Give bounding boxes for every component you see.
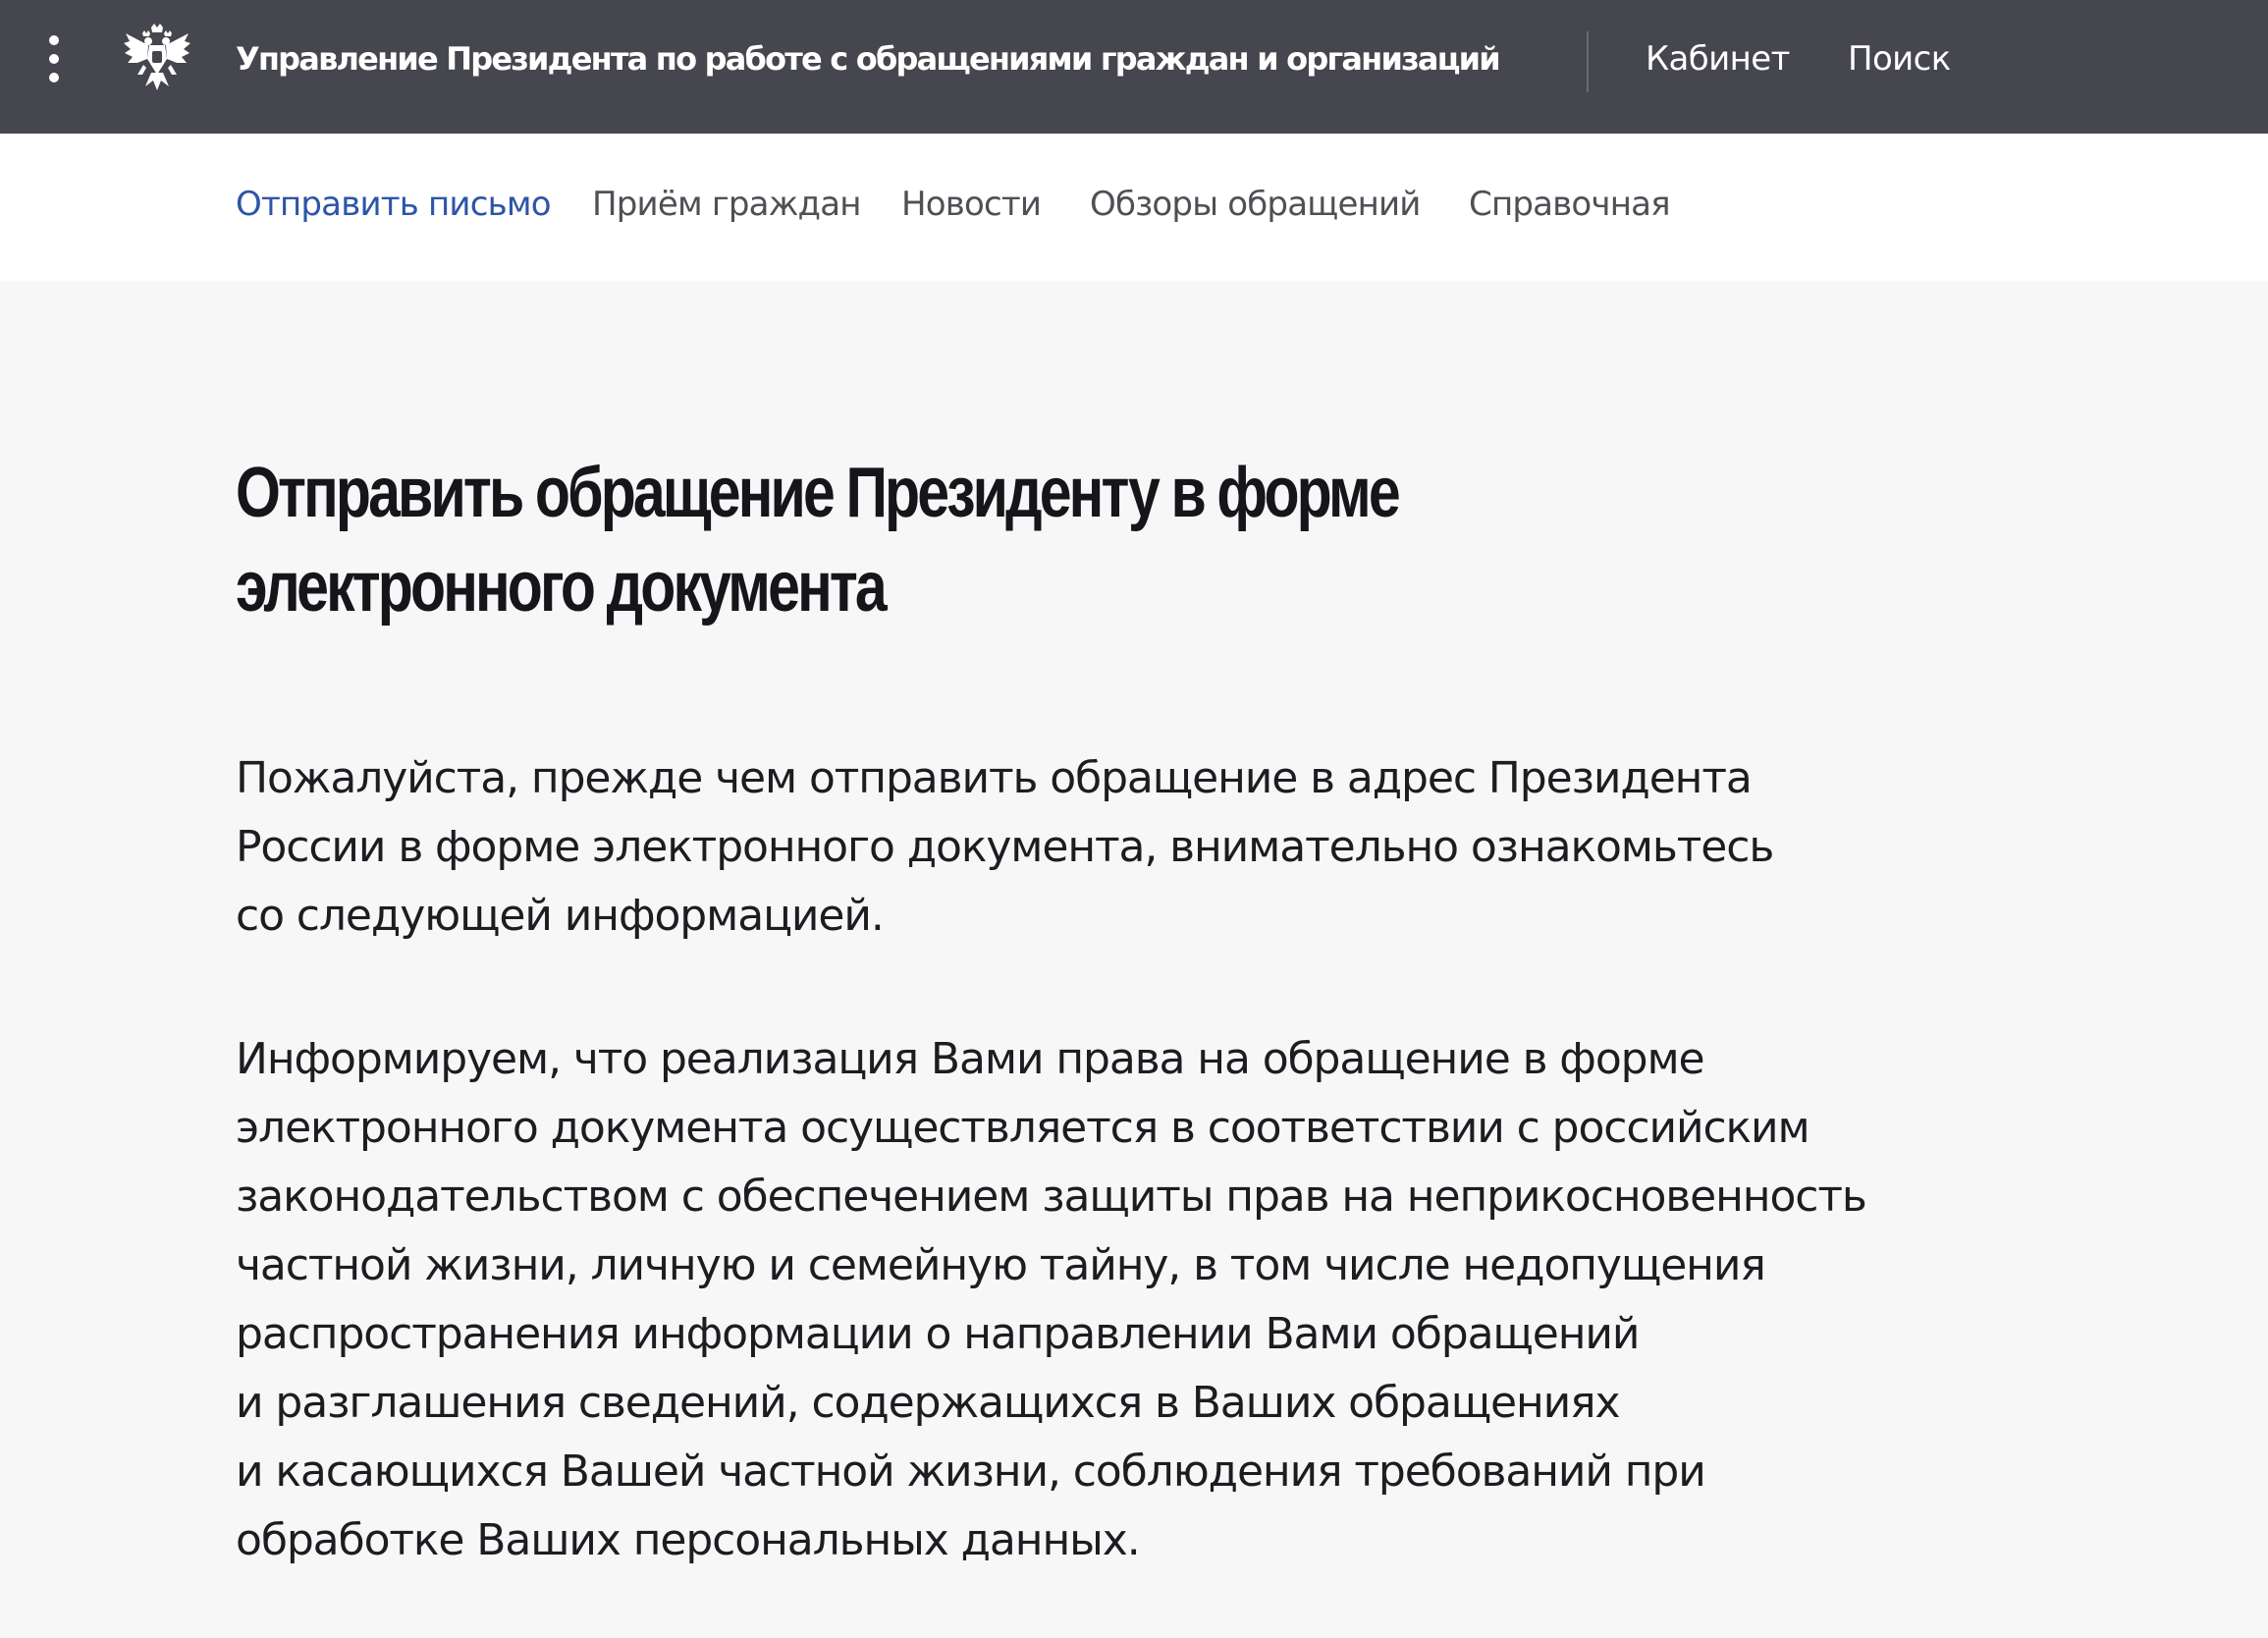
paragraph-line: электронного документа осуществляется в … <box>236 1103 1810 1153</box>
page-title: Отправить обращение Президенту в форме э… <box>236 446 1685 634</box>
paragraph-line: законодательством с обеспечением защиты … <box>236 1172 1867 1222</box>
cabinet-link[interactable]: Кабинет <box>1646 35 1790 82</box>
nav-citizen-reception[interactable]: Приём граждан <box>592 181 862 228</box>
paragraph-line: распространения информации о направлении… <box>236 1309 1641 1359</box>
paragraph-line: и касающихся Вашей частной жизни, соблюд… <box>236 1447 1706 1497</box>
section-nav: Отправить письмо Приём граждан Новости О… <box>0 134 2268 281</box>
header-divider <box>1587 31 1589 92</box>
paragraph-line: частной жизни, личную и семейную тайну, … <box>236 1240 1766 1290</box>
paragraph-line: России в форме электронного документа, в… <box>236 822 1774 872</box>
page-title-line: электронного документа <box>236 548 888 627</box>
site-title[interactable]: Управление Президента по работе с обраще… <box>236 35 1501 82</box>
paragraph-line: и разглашения сведений, содержащихся в В… <box>236 1378 1621 1428</box>
privacy-paragraph: Информируем, что реализация Вами права н… <box>236 1025 1867 1575</box>
paragraph-line: Пожалуйста, прежде чем отправить обращен… <box>236 753 1753 803</box>
more-menu-icon[interactable] <box>37 33 71 84</box>
paragraph-line: обработке Ваших персональных данных. <box>236 1515 1141 1565</box>
intro-paragraph: Пожалуйста, прежде чем отправить обращен… <box>236 744 1774 951</box>
search-link[interactable]: Поиск <box>1848 35 1951 82</box>
paragraph-line: со следующей информацией. <box>236 891 885 941</box>
nav-reference[interactable]: Справочная <box>1469 181 1671 228</box>
eagle-emblem-icon[interactable] <box>122 22 192 94</box>
page-title-line: Отправить обращение Президенту в форме <box>236 454 1401 532</box>
nav-reviews[interactable]: Обзоры обращений <box>1090 181 1421 228</box>
top-header: Управление Президента по работе с обраще… <box>0 0 2268 134</box>
nav-news[interactable]: Новости <box>901 181 1042 228</box>
nav-send-letter[interactable]: Отправить письмо <box>236 181 552 228</box>
paragraph-line: Информируем, что реализация Вами права н… <box>236 1034 1705 1084</box>
